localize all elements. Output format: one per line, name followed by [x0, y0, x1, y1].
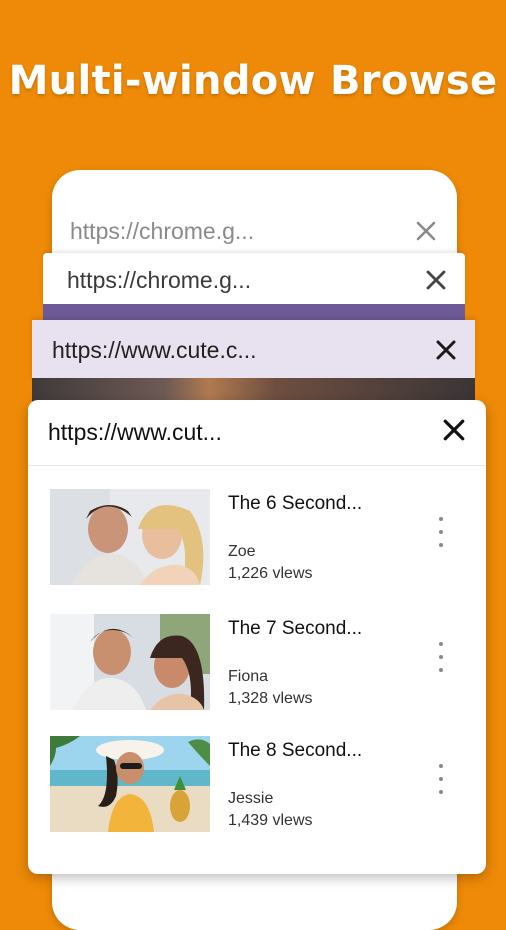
- video-views: 1,439 vlews: [228, 812, 313, 829]
- more-vert-icon[interactable]: [433, 642, 449, 672]
- window-tab-1[interactable]: https://chrome.g...: [52, 201, 457, 261]
- video-thumbnail[interactable]: [50, 614, 210, 710]
- headline: Multi-window Browse: [8, 58, 498, 104]
- window-tab-4-url: https://www.cut...: [48, 419, 222, 445]
- video-list-item[interactable]: The 6 Second... Zoe 1,226 vlews: [28, 489, 486, 589]
- more-vert-icon[interactable]: [433, 764, 449, 794]
- window-tab-4[interactable]: https://www.cut...: [28, 400, 486, 466]
- video-thumbnail[interactable]: [50, 736, 210, 832]
- video-author: Jessie: [228, 790, 274, 807]
- video-views: 1,226 vlews: [228, 565, 313, 582]
- video-title[interactable]: The 7 Second...: [228, 618, 362, 640]
- active-window: https://www.cut... The 6 Second... Zoe 1…: [28, 400, 486, 874]
- video-list-item[interactable]: The 7 Second... Fiona 1,328 vlews: [28, 614, 486, 714]
- window-tab-2[interactable]: https://chrome.g...: [43, 253, 465, 307]
- window-tab-1-url: https://chrome.g...: [70, 217, 255, 244]
- video-views: 1,328 vlews: [228, 690, 313, 707]
- video-list-item[interactable]: The 8 Second... Jessie 1,439 vlews: [28, 736, 486, 836]
- video-title[interactable]: The 6 Second...: [228, 493, 362, 515]
- window-tab-3[interactable]: https://www.cute.c...: [32, 320, 475, 380]
- close-icon[interactable]: [413, 218, 439, 244]
- video-author: Fiona: [228, 668, 269, 685]
- close-icon[interactable]: [423, 267, 449, 293]
- video-thumbnail[interactable]: [50, 489, 210, 585]
- close-icon[interactable]: [442, 418, 466, 447]
- video-title[interactable]: The 8 Second...: [228, 740, 362, 762]
- close-icon[interactable]: [433, 337, 459, 363]
- video-author: Zoe: [228, 543, 256, 560]
- window-tab-3-url: https://www.cute.c...: [52, 336, 257, 363]
- more-vert-icon[interactable]: [433, 517, 449, 547]
- window-tab-2-url: https://chrome.g...: [67, 266, 252, 293]
